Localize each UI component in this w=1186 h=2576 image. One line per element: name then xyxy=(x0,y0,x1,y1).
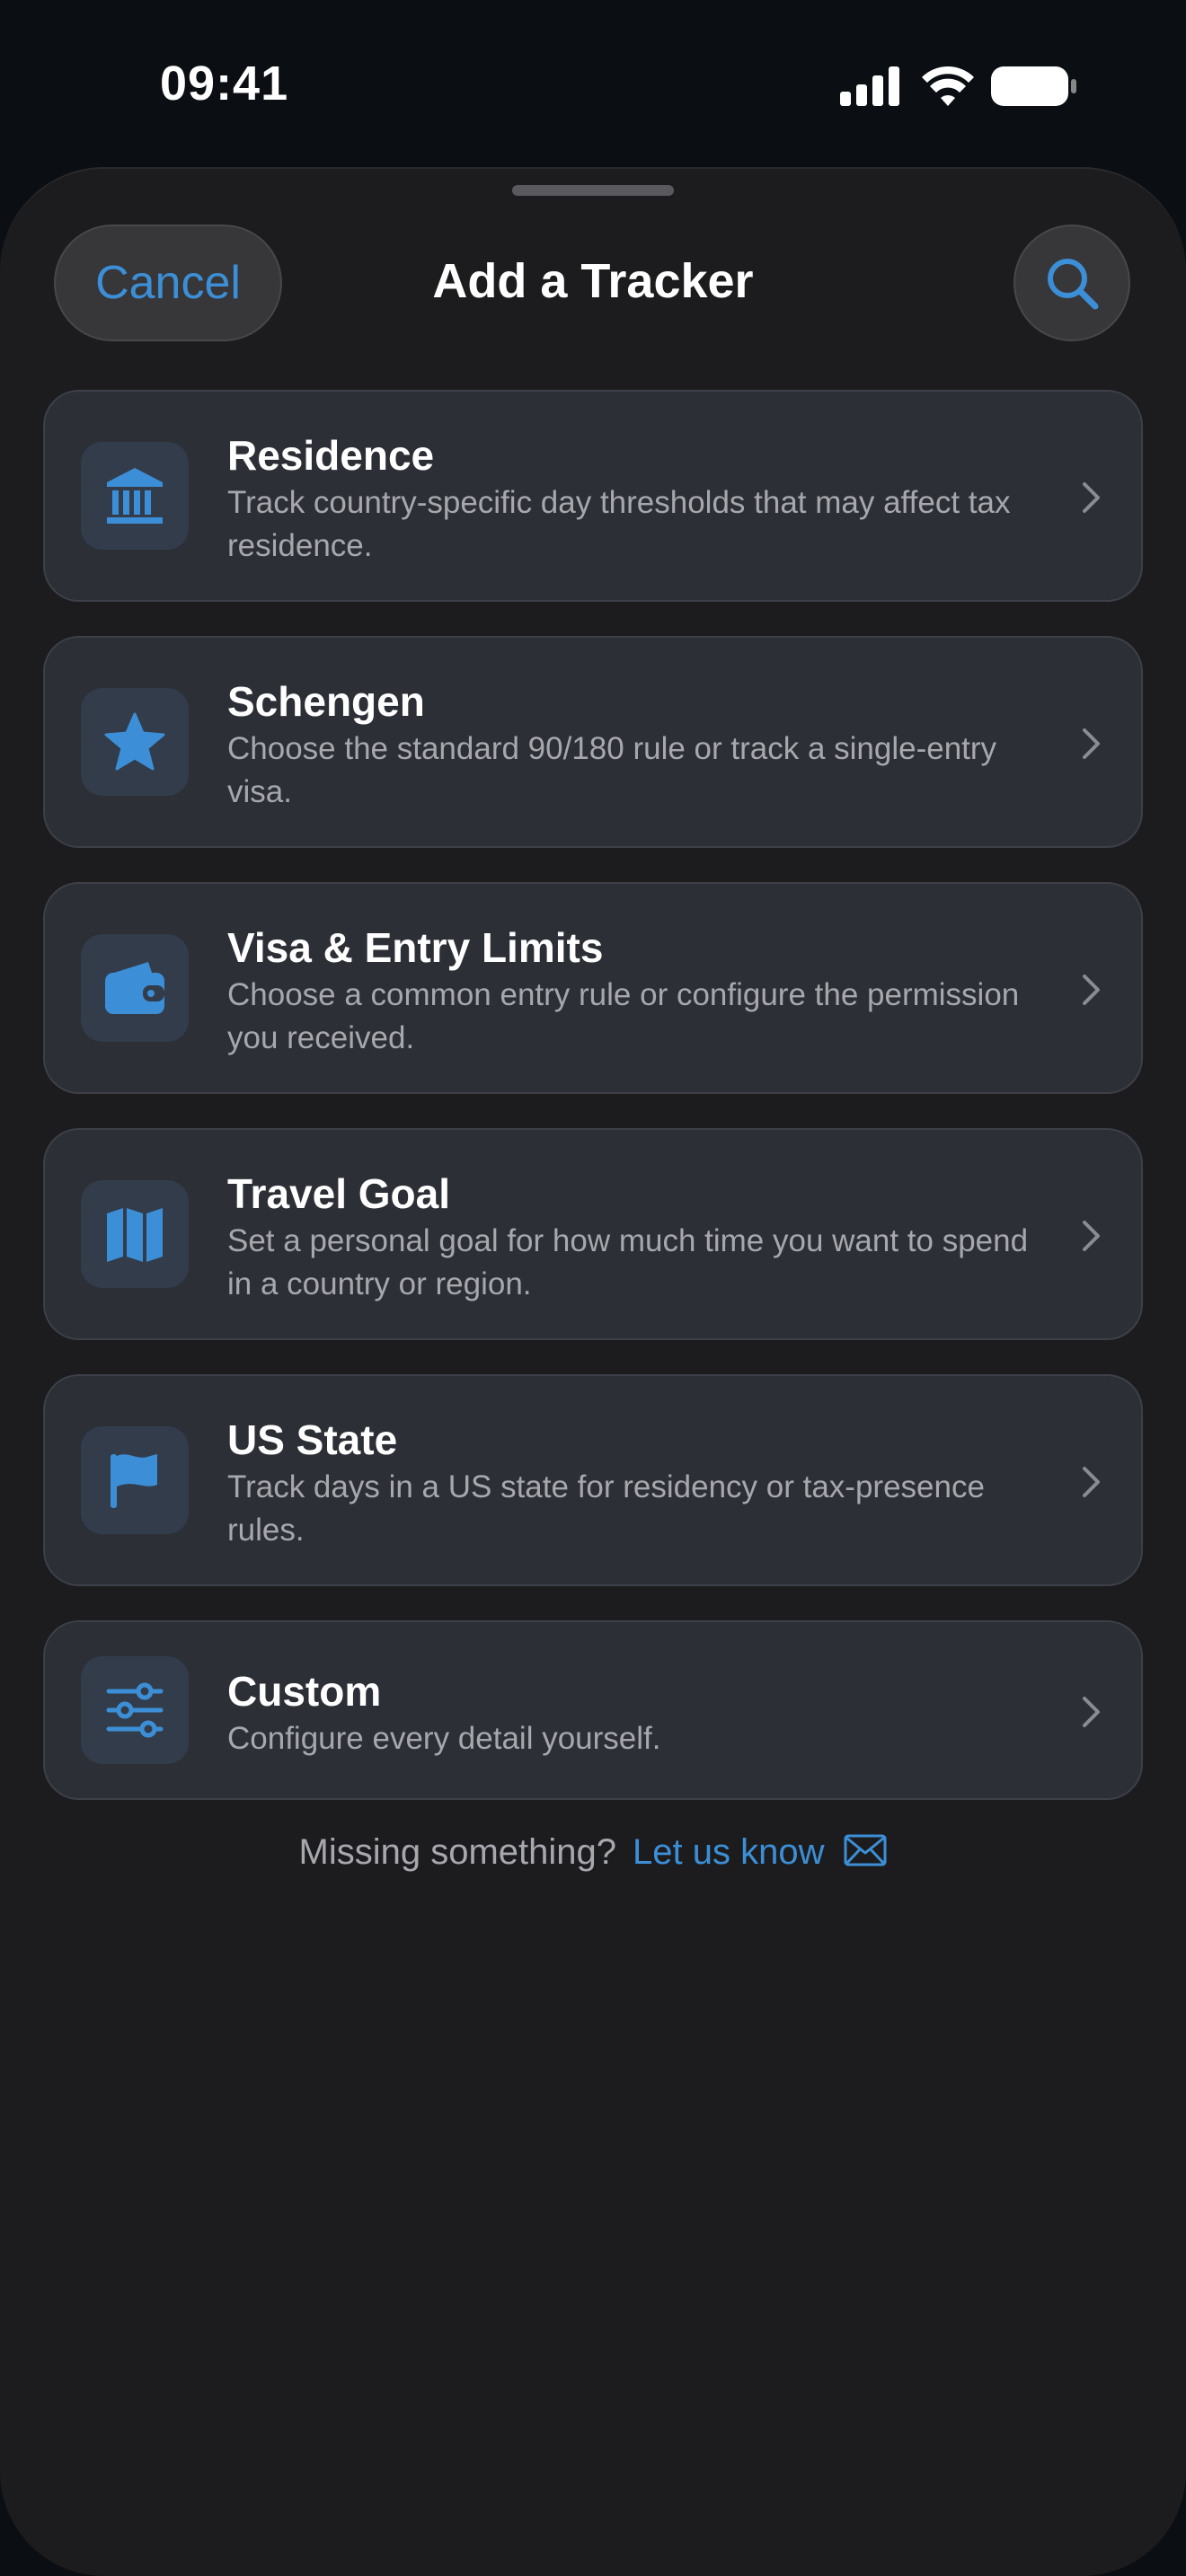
battery-icon xyxy=(991,66,1076,106)
tracker-description: Configure every detail yourself. xyxy=(227,1721,661,1756)
tracker-card-us-state[interactable]: US State Track days in a US state for re… xyxy=(43,1374,1143,1586)
tracker-icon-tile xyxy=(81,688,189,796)
cancel-button[interactable]: Cancel xyxy=(54,225,282,341)
chevron-right-icon xyxy=(1083,482,1100,513)
bank-icon xyxy=(107,468,163,524)
tracker-title: US State xyxy=(227,1416,398,1463)
tracker-card-travel-goal[interactable]: Travel Goal Set a personal goal for how … xyxy=(43,1128,1143,1340)
feedback-prompt: Missing something? xyxy=(298,1832,617,1872)
cellular-signal-icon xyxy=(840,66,899,106)
chevron-right-icon xyxy=(1083,1221,1100,1251)
map-icon xyxy=(107,1208,163,1262)
status-bar: 09:41 xyxy=(0,0,1186,171)
tracker-icon-tile xyxy=(81,1656,189,1764)
tracker-card-residence[interactable]: Residence Track country-specific day thr… xyxy=(43,390,1143,602)
tracker-icon-tile xyxy=(81,442,189,550)
tracker-card-schengen[interactable]: Schengen Choose the standard 90/180 rule… xyxy=(43,636,1143,848)
status-time: 09:41 xyxy=(160,57,289,110)
wallet-icon xyxy=(105,962,164,1014)
tracker-description: Choose a common entry rule or configure … xyxy=(227,977,1020,1055)
wifi-icon xyxy=(922,66,974,106)
tracker-card-visa-entry-limits[interactable]: Visa & Entry Limits Choose a common entr… xyxy=(43,882,1143,1094)
tracker-icon-tile xyxy=(81,934,189,1042)
chevron-right-icon xyxy=(1083,975,1100,1005)
chevron-right-icon xyxy=(1083,728,1100,759)
tracker-title: Travel Goal xyxy=(227,1170,451,1217)
tracker-title: Residence xyxy=(227,432,435,479)
feedback-footer: Missing something? Let us know xyxy=(0,1832,1186,1873)
tracker-description: Track country-specific day thresholds th… xyxy=(227,485,1011,563)
tracker-title: Schengen xyxy=(227,678,425,725)
star-icon xyxy=(104,712,165,771)
flag-icon xyxy=(111,1454,157,1508)
search-button[interactable] xyxy=(1013,225,1130,341)
add-tracker-sheet: Cancel Add a Tracker Residence Track cou… xyxy=(0,167,1186,2576)
tracker-card-custom[interactable]: Custom Configure every detail yourself. xyxy=(43,1620,1143,1800)
tracker-description: Set a personal goal for how much time yo… xyxy=(227,1223,1029,1301)
chevron-right-icon xyxy=(1083,1697,1100,1727)
tracker-icon-tile xyxy=(81,1426,189,1534)
tracker-title: Visa & Entry Limits xyxy=(227,924,604,971)
sliders-icon xyxy=(106,1682,164,1738)
tracker-title: Custom xyxy=(227,1668,382,1715)
let-us-know-link[interactable]: Let us know xyxy=(633,1832,824,1872)
envelope-icon[interactable] xyxy=(844,1834,887,1866)
tracker-icon-tile xyxy=(81,1180,189,1288)
sheet-grabber[interactable] xyxy=(512,185,674,196)
chevron-right-icon xyxy=(1083,1467,1100,1497)
search-icon xyxy=(1048,259,1099,310)
tracker-description: Choose the standard 90/180 rule or track… xyxy=(227,731,997,809)
tracker-description: Track days in a US state for residency o… xyxy=(227,1469,985,1548)
page-title: Add a Tracker xyxy=(432,254,754,308)
